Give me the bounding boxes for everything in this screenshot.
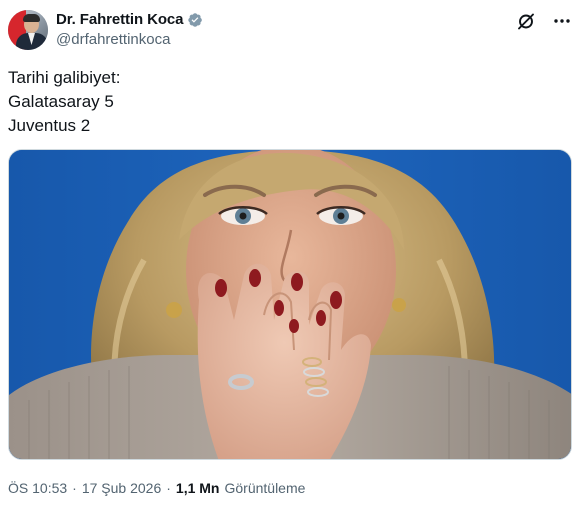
tweet-top-actions bbox=[513, 8, 575, 34]
tweet-line: Tarihi galibiyet: bbox=[8, 68, 121, 87]
slashed-circle-icon[interactable] bbox=[513, 8, 539, 34]
tweet-time[interactable]: ÖS 10:53 bbox=[8, 480, 67, 496]
photo-illustration bbox=[9, 150, 571, 459]
tweet-text: Tarihi galibiyet: Galatasaray 5 Juventus… bbox=[8, 66, 120, 138]
author-name-row: Dr. Fahrettin Koca bbox=[56, 11, 203, 28]
verified-badge-icon[interactable] bbox=[187, 12, 203, 28]
views-count[interactable]: 1,1 Mn bbox=[176, 480, 220, 496]
meta-separator: · bbox=[72, 480, 77, 496]
tweet-card: Dr. Fahrettin Koca @drfahrettinkoca Tari… bbox=[0, 0, 585, 507]
meta-separator: · bbox=[166, 480, 171, 496]
views-label: Görüntüleme bbox=[224, 480, 306, 496]
tweet-line: Juventus 2 bbox=[8, 116, 91, 135]
author-handle[interactable]: @drfahrettinkoca bbox=[56, 31, 170, 48]
tweet-date[interactable]: 17 Şub 2026 bbox=[82, 480, 161, 496]
tweet-photo[interactable] bbox=[8, 149, 572, 460]
tweet-meta: ÖS 10:53 · 17 Şub 2026 · 1,1 Mn Görüntül… bbox=[8, 480, 305, 496]
author-avatar[interactable] bbox=[8, 10, 48, 50]
author-display-name[interactable]: Dr. Fahrettin Koca bbox=[56, 11, 184, 28]
tweet-line: Galatasaray 5 bbox=[8, 92, 114, 111]
more-dots-icon[interactable] bbox=[549, 8, 575, 34]
